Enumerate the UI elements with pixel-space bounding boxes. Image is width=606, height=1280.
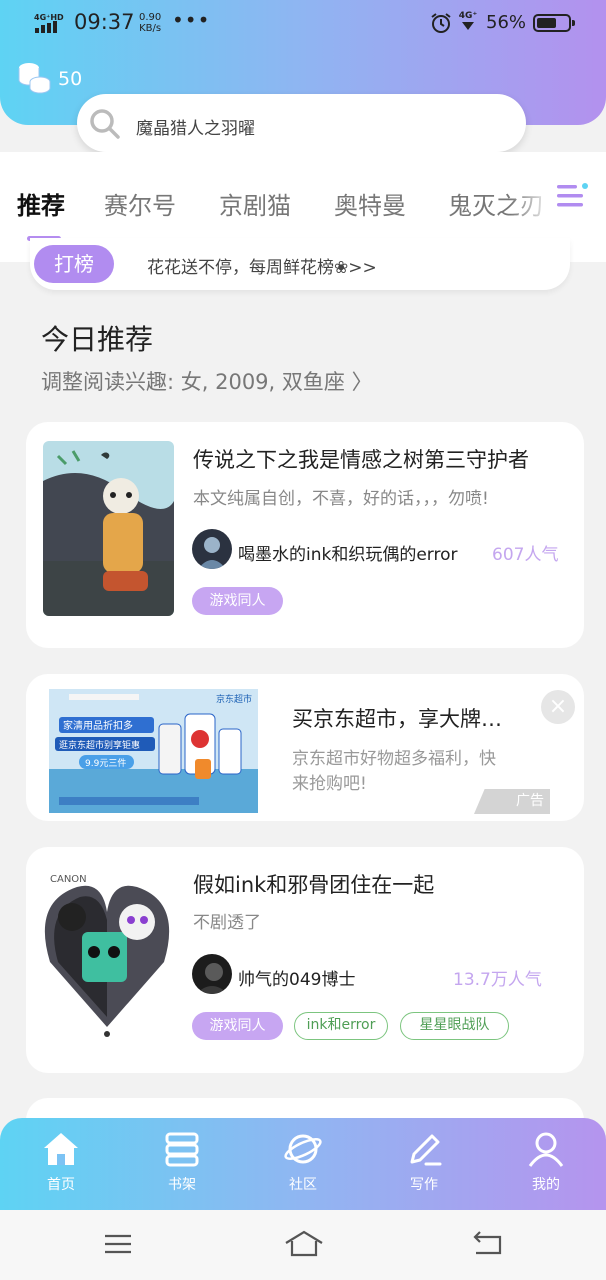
planet-icon (284, 1134, 322, 1164)
battery-icon (533, 14, 575, 32)
home-icon (44, 1133, 78, 1165)
nav-write[interactable]: 写作 (384, 1130, 464, 1200)
tab-jingjumao[interactable]: 京剧猫 (219, 186, 291, 221)
search-placeholder: 魔晶猎人之羽曜 (136, 119, 255, 139)
ad-image-price: 9.9元三件 (85, 757, 126, 769)
signal-4g-icon: 4G⁺ (457, 11, 479, 35)
ad-badge-label: 广告 (516, 793, 544, 809)
ad-image-headline: 家清用品折扣多 (63, 719, 133, 732)
author-avatar[interactable] (192, 954, 232, 994)
nav-community[interactable]: 社区 (263, 1130, 343, 1200)
status-overflow: ••• (172, 8, 211, 32)
book-title[interactable]: 传说之下之我是情感之树第三守护者 (193, 444, 529, 474)
author-name[interactable]: 帅气的049博士 (238, 965, 355, 990)
battery-percent: 56% (486, 12, 527, 33)
popularity-count: 607人气 (492, 545, 559, 565)
section-title: 今日推荐 (41, 323, 154, 356)
network-right-label: 4G⁺ (458, 11, 478, 21)
tab-seer[interactable]: 赛尔号 (104, 186, 176, 221)
author-avatar[interactable] (192, 529, 232, 569)
back-icon[interactable] (470, 1227, 504, 1261)
network-speed: 0.90 KB/s (139, 12, 161, 34)
search-bar[interactable]: 魔晶猎人之羽曜 (77, 94, 526, 152)
category-menu-icon[interactable] (556, 182, 590, 212)
bookshelf-icon (165, 1132, 199, 1167)
ad-badge: 广告 (474, 789, 550, 814)
author-name[interactable]: 喝墨水的ink和织玩偶的error (238, 540, 458, 565)
ad-image-brand: 京东超市 (216, 693, 252, 705)
book-title[interactable]: 假如ink和邪骨团住在一起 (193, 869, 434, 899)
search-icon (90, 109, 120, 139)
nav-profile-label: 我的 (532, 1177, 560, 1193)
svg-text:CANON: CANON (50, 874, 87, 885)
coins-icon[interactable] (16, 60, 52, 94)
ad-description: 京东超市好物超多福利，快来抢购吧! (292, 749, 496, 794)
nav-profile[interactable]: 我的 (506, 1130, 586, 1200)
book-description: 不剧透了 (193, 913, 261, 933)
rank-badge[interactable]: 打榜 (34, 245, 114, 283)
tab-ultraman[interactable]: 奥特曼 (334, 186, 406, 221)
speed-value: 0.90 (139, 12, 162, 23)
speed-unit: KB/s (139, 23, 162, 34)
clock: 09:37 (74, 10, 135, 34)
ad-image[interactable]: 京东超市 家清用品折扣多 逛京东超市别享钜惠 9.9元三件 (49, 689, 258, 813)
menu-icon[interactable] (101, 1227, 135, 1261)
ad-title[interactable]: 买京东超市，享大牌… (292, 703, 502, 733)
reading-preference-link[interactable]: 调整阅读兴趣: 女, 2009, 双鱼座 〉 (41, 366, 373, 396)
nav-community-label: 社区 (289, 1177, 317, 1193)
home-button-icon[interactable] (284, 1227, 324, 1261)
book-tag[interactable]: 游戏同人 (192, 587, 283, 615)
signal-icon: 4G⁺HD (34, 13, 64, 33)
ad-image-subline: 逛京东超市别享钜惠 (59, 739, 140, 751)
ad-close-button[interactable]: × (541, 690, 575, 724)
book-tag[interactable]: ink和error (294, 1012, 388, 1040)
book-tag[interactable]: 游戏同人 (192, 1012, 283, 1040)
nav-bookshelf[interactable]: 书架 (142, 1130, 222, 1200)
nav-write-label: 写作 (410, 1177, 438, 1193)
coin-count: 50 (58, 68, 83, 90)
network-label: 4G⁺HD (34, 13, 64, 22)
book-cover-image[interactable]: CANON (42, 862, 173, 1042)
tab-recommend[interactable]: 推荐 (17, 186, 65, 221)
rank-banner-text[interactable]: 花花送不停，每周鲜花榜❀>> (147, 253, 377, 278)
alarm-icon (431, 13, 451, 33)
book-cover-image[interactable] (43, 441, 174, 616)
book-tag[interactable]: 星星眼战队 (400, 1012, 509, 1040)
book-description: 本文纯属自创，不喜，好的话，，，勿喷! (193, 489, 489, 509)
nav-home-label: 首页 (47, 1177, 75, 1193)
popularity-count: 13.7万人气 (453, 970, 542, 990)
status-bar: 4G⁺HD 09:37 0.90 KB/s ••• 4G⁺ 56% (0, 0, 606, 48)
nav-home[interactable]: 首页 (21, 1130, 101, 1200)
profile-icon (528, 1132, 564, 1167)
pencil-icon (410, 1134, 442, 1166)
nav-bookshelf-label: 书架 (168, 1177, 196, 1193)
